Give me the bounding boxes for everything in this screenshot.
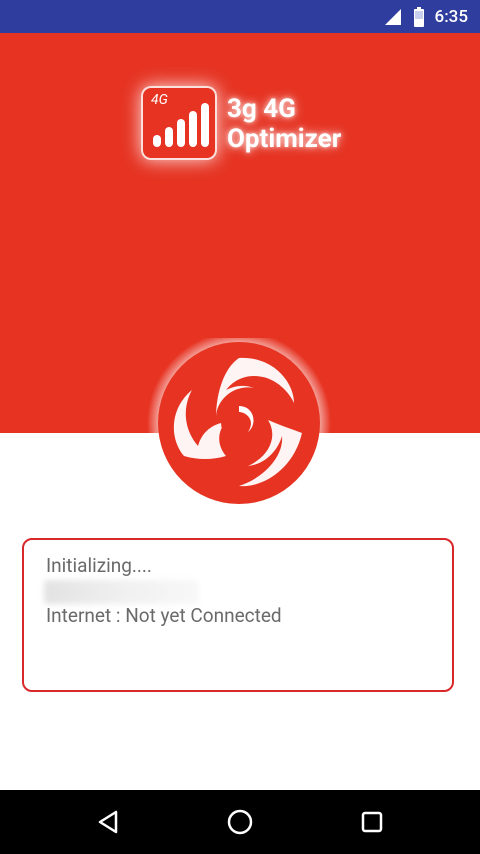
- signal-bars-icon: [153, 103, 209, 147]
- recents-button[interactable]: [340, 790, 404, 854]
- app-title-line1: 3g 4G: [227, 94, 296, 124]
- back-icon: [98, 810, 118, 834]
- home-icon: [227, 809, 253, 835]
- signal-icon: [384, 8, 401, 25]
- status-redacted-line: [44, 580, 199, 604]
- app-logo: 4G 3g 4G Optimizer: [141, 82, 371, 162]
- optimizer-spinner[interactable]: [144, 331, 334, 515]
- home-button[interactable]: [208, 790, 272, 854]
- recents-icon: [361, 811, 383, 833]
- back-button[interactable]: [76, 790, 140, 854]
- app-title-line2: Optimizer: [227, 124, 342, 154]
- status-initializing: Initializing....: [46, 554, 152, 577]
- status-icons: 6:35: [383, 0, 468, 33]
- swirl-logo-icon: [147, 331, 331, 515]
- connection-status-card: Initializing.... Internet : Not yet Conn…: [22, 538, 454, 692]
- status-time: 6:35: [434, 6, 468, 27]
- battery-icon: [413, 6, 424, 27]
- navigation-bar: [0, 790, 480, 854]
- status-internet: Internet : Not yet Connected: [46, 604, 282, 627]
- app-title: 3g 4G Optimizer: [227, 94, 341, 154]
- status-bar: 6:35: [0, 0, 480, 33]
- app-icon: 4G: [141, 86, 217, 160]
